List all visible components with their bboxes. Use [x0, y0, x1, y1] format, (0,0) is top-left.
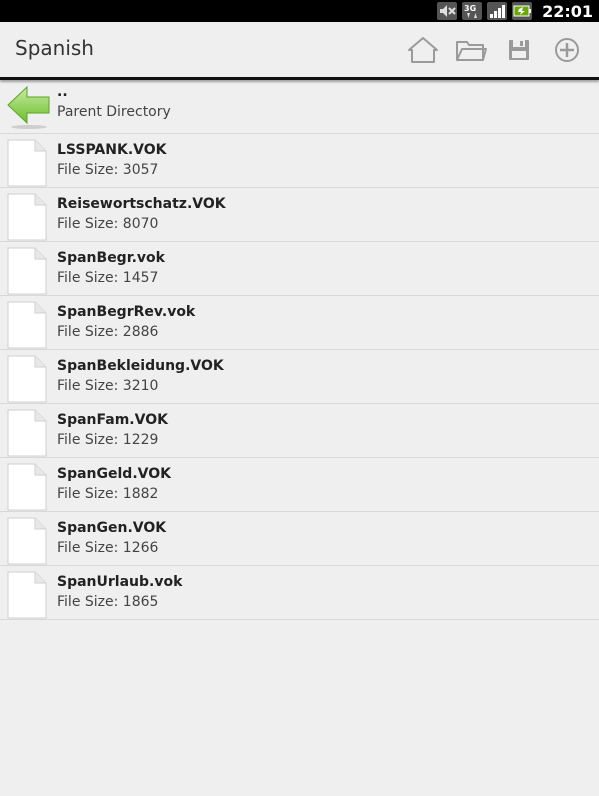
file-size: File Size: 1457: [57, 270, 159, 286]
add-button[interactable]: [543, 34, 591, 66]
signal-icon: [486, 1, 508, 21]
back-arrow-icon: [7, 85, 53, 135]
status-bar: 3G 22:01: [0, 0, 599, 22]
file-size: File Size: 3210: [57, 378, 159, 394]
home-icon: [408, 37, 438, 63]
file-icon: [7, 571, 47, 623]
file-name: SpanGeld.VOK: [57, 466, 171, 482]
file-list-item[interactable]: SpanGeld.VOK File Size: 1882: [0, 458, 599, 512]
file-icon: [7, 247, 47, 299]
file-list-item[interactable]: SpanFam.VOK File Size: 1229: [0, 404, 599, 458]
file-name: SpanFam.VOK: [57, 412, 168, 428]
file-list-item[interactable]: SpanBekleidung.VOK File Size: 3210: [0, 350, 599, 404]
file-icon: [7, 517, 47, 569]
save-icon: [509, 40, 529, 60]
save-button[interactable]: [495, 34, 543, 66]
parent-directory-item[interactable]: .. Parent Directory: [0, 80, 599, 134]
file-icon: [7, 139, 47, 191]
file-list-item[interactable]: SpanUrlaub.vok File Size: 1865: [0, 566, 599, 620]
status-time: 22:01: [542, 1, 593, 21]
file-name: Reisewortschatz.VOK: [57, 196, 226, 212]
3g-icon: 3G: [461, 1, 483, 21]
file-icon: [7, 463, 47, 515]
file-icon: [7, 301, 47, 353]
file-list-item[interactable]: SpanBegr.vok File Size: 1457: [0, 242, 599, 296]
file-name: SpanBekleidung.VOK: [57, 358, 224, 374]
page-title: Spanish: [15, 36, 94, 60]
file-icon: [7, 409, 47, 461]
svg-text:3G: 3G: [464, 4, 476, 13]
file-name: LSSPANK.VOK: [57, 142, 167, 158]
file-size: File Size: 1882: [57, 486, 159, 502]
file-size: File Size: 1865: [57, 594, 159, 610]
file-name: SpanBegrRev.vok: [57, 304, 196, 320]
parent-directory-name: ..: [57, 84, 68, 100]
mute-icon: [436, 1, 458, 21]
folder-icon: [456, 41, 487, 61]
file-name: SpanGen.VOK: [57, 520, 167, 536]
file-size: File Size: 3057: [57, 162, 159, 178]
file-list: .. Parent Directory LSSPANK.VOK File Siz…: [0, 80, 599, 620]
home-button[interactable]: [399, 34, 447, 66]
file-size: File Size: 8070: [57, 216, 159, 232]
file-list-item[interactable]: Reisewortschatz.VOK File Size: 8070: [0, 188, 599, 242]
file-name: SpanBegr.vok: [57, 250, 165, 266]
add-icon: [555, 38, 579, 62]
file-icon: [7, 193, 47, 245]
file-size: File Size: 1266: [57, 540, 159, 556]
file-size: File Size: 1229: [57, 432, 159, 448]
folder-button[interactable]: [447, 34, 495, 66]
parent-directory-label: Parent Directory: [57, 104, 171, 120]
file-list-item[interactable]: SpanBegrRev.vok File Size: 2886: [0, 296, 599, 350]
file-list-item[interactable]: LSSPANK.VOK File Size: 3057: [0, 134, 599, 188]
battery-icon: [511, 1, 533, 21]
file-size: File Size: 2886: [57, 324, 159, 340]
file-name: SpanUrlaub.vok: [57, 574, 183, 590]
file-list-item[interactable]: SpanGen.VOK File Size: 1266: [0, 512, 599, 566]
file-icon: [7, 355, 47, 407]
action-bar: Spanish: [0, 22, 599, 78]
